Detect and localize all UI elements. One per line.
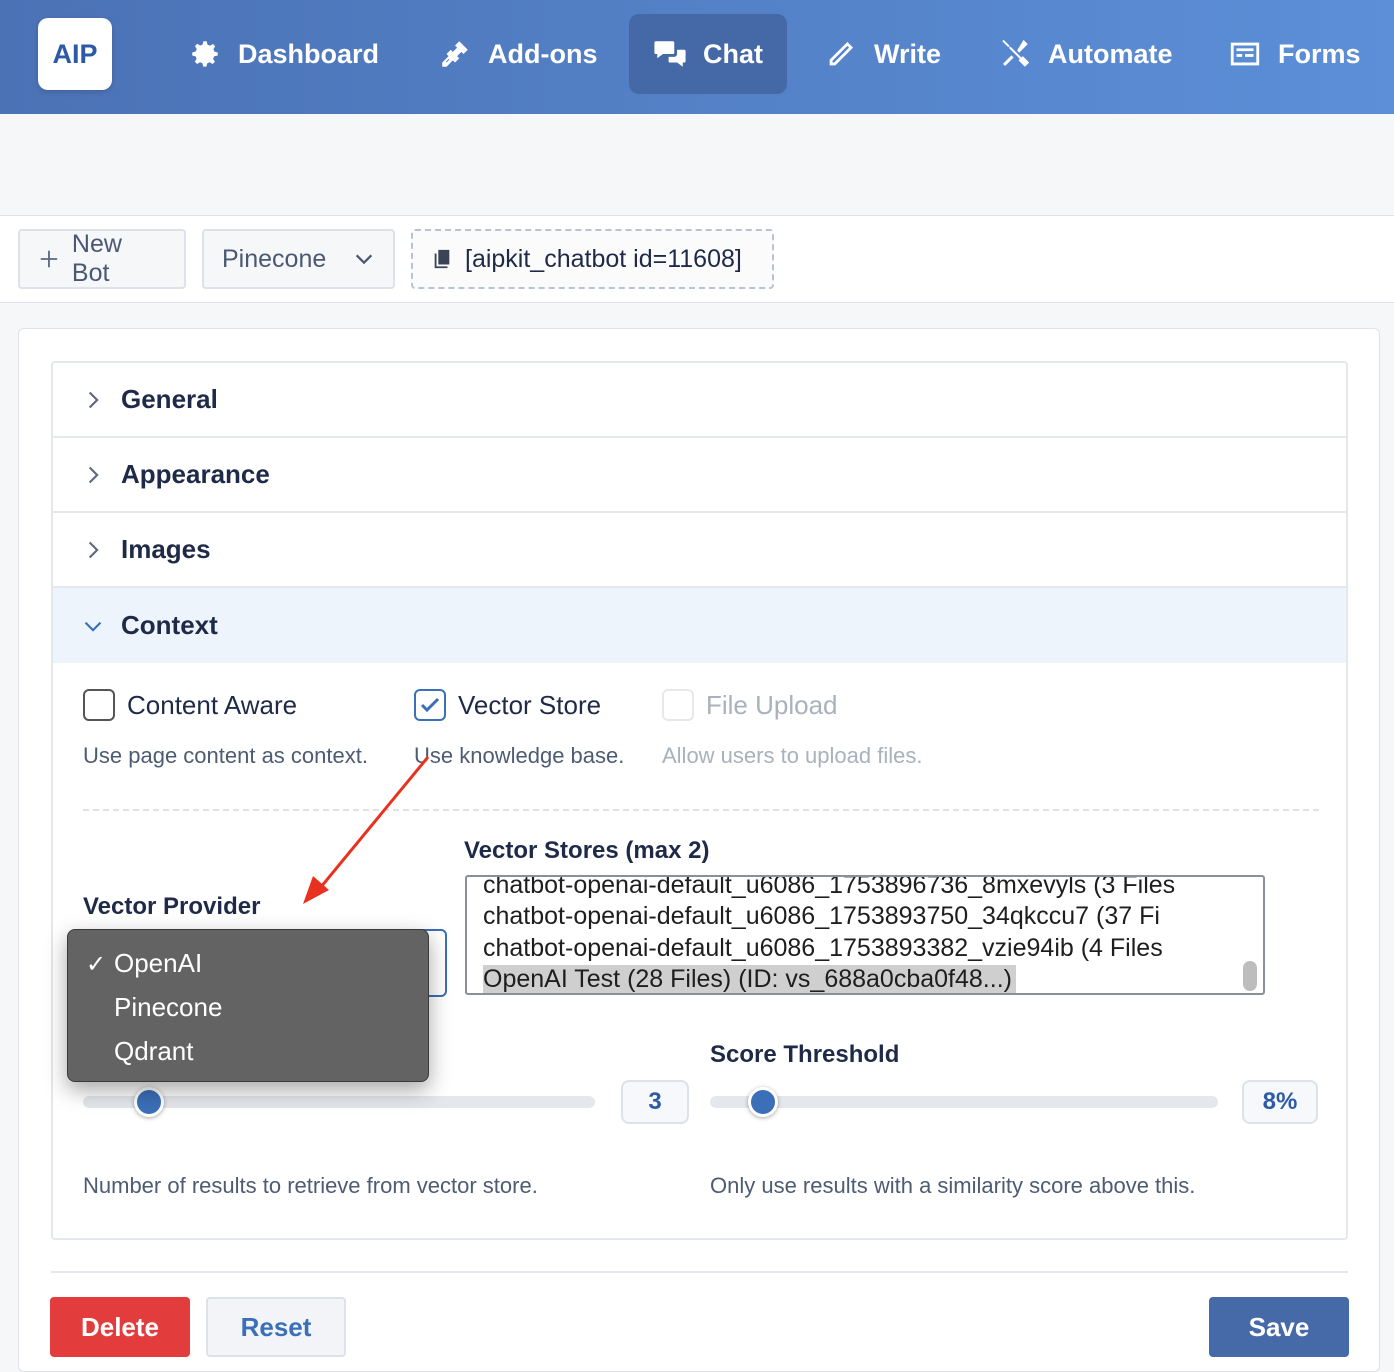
tools-icon: [1002, 39, 1030, 67]
vector-store-option-item[interactable]: chatbot-openai-default_u6086_1753893750_…: [483, 902, 1160, 931]
provider-option-qdrant[interactable]: Qdrant: [114, 1036, 194, 1067]
copy-icon: [434, 249, 450, 269]
section-context-title: Context: [121, 610, 218, 640]
chevron-down-icon: [84, 621, 102, 632]
vector-store-label: Vector Store: [458, 689, 602, 720]
score-threshold-slider[interactable]: [710, 1096, 1218, 1108]
content-aware-label: Content Aware: [127, 689, 298, 720]
content-aware-checkbox[interactable]: [83, 689, 115, 721]
delete-button[interactable]: Delete: [50, 1297, 190, 1357]
selected-check-icon: ✓: [86, 951, 107, 978]
footer-divider: [51, 1271, 1348, 1273]
chevron-right-icon: [88, 466, 99, 483]
provider-option-pinecone[interactable]: Pinecone: [114, 992, 222, 1023]
vector-store-option-item[interactable]: chatbot-openai-default_u6086_1753893382_…: [483, 934, 1163, 963]
results-count-value[interactable]: 3: [621, 1080, 689, 1124]
results-count-help: Number of results to retrieve from vecto…: [83, 1173, 538, 1198]
bot-select-value: Pinecone: [222, 244, 327, 273]
score-threshold-help: Only use results with a similarity score…: [710, 1173, 1196, 1198]
file-upload-help: Allow users to upload files.: [662, 743, 923, 768]
pencil-icon: [829, 41, 854, 66]
vector-stores-listbox[interactable]: chatbot-openai-default_u6086_1753896736_…: [465, 875, 1265, 995]
form-icon: [1230, 42, 1260, 66]
chevron-right-icon: [88, 541, 99, 558]
nav-chat-label: Chat: [703, 38, 763, 69]
bot-toolbar: New Bot Pinecone [aipkit_chatbot id=1160…: [0, 216, 1394, 303]
top-navigation-bar: AIP Dashboard Add-ons Chat Write Automat…: [0, 0, 1394, 114]
section-context-header[interactable]: Context: [53, 588, 1346, 663]
vector-store-option[interactable]: Vector Store: [414, 689, 601, 721]
nav-forms[interactable]: Forms: [1228, 14, 1361, 94]
plus-icon: [40, 250, 58, 268]
score-threshold-slider-thumb[interactable]: [748, 1087, 778, 1117]
vector-store-help: Use knowledge base.: [414, 743, 625, 768]
gear-icon: [192, 41, 218, 67]
file-upload-checkbox: [662, 689, 694, 721]
chevron-down-icon: [355, 254, 373, 265]
section-images-title: Images: [121, 534, 211, 564]
nav-forms-label: Forms: [1278, 38, 1361, 69]
nav-automate[interactable]: Automate: [998, 14, 1173, 94]
new-bot-label: New Bot: [71, 230, 122, 287]
bot-select[interactable]: Pinecone: [202, 229, 395, 289]
section-divider: [83, 809, 1319, 811]
section-images-header[interactable]: Images: [53, 513, 1346, 588]
vector-provider-label: Vector Provider: [83, 893, 261, 920]
results-count-slider-thumb[interactable]: [134, 1087, 164, 1117]
listbox-scrollbar[interactable]: [1243, 961, 1257, 991]
header-spacer: [0, 114, 1394, 216]
nav-write[interactable]: Write: [824, 14, 941, 94]
reset-button[interactable]: Reset: [206, 1297, 346, 1357]
settings-accordion: General Appearance Images Context Conten…: [51, 361, 1348, 1240]
save-button[interactable]: Save: [1209, 1297, 1349, 1357]
score-threshold-value[interactable]: 8%: [1242, 1080, 1318, 1124]
section-appearance-header[interactable]: Appearance: [53, 438, 1346, 513]
section-general-title: General: [121, 384, 218, 414]
vector-provider-dropdown-menu: ✓ OpenAI Pinecone Qdrant: [67, 929, 429, 1082]
nav-dashboard-label: Dashboard: [238, 38, 380, 69]
score-threshold-label: Score Threshold: [710, 1041, 900, 1068]
nav-chat[interactable]: Chat: [629, 14, 787, 94]
shortcode-copy-button[interactable]: [aipkit_chatbot id=11608]: [411, 229, 774, 289]
section-general-header[interactable]: General: [53, 363, 1346, 438]
checkmark-icon: [420, 697, 440, 713]
provider-option-openai[interactable]: OpenAI: [114, 948, 202, 979]
plug-icon: [442, 41, 468, 67]
nav-add-ons-label: Add-ons: [488, 38, 598, 69]
nav-automate-label: Automate: [1048, 38, 1173, 69]
vector-store-option-selected[interactable]: OpenAI Test (28 Files) (ID: vs_688a0cba0…: [483, 965, 1016, 993]
vector-store-option-item[interactable]: chatbot-openai-default_u6086_1753896736_…: [483, 877, 1175, 900]
new-bot-button[interactable]: New Bot: [18, 229, 186, 289]
file-upload-label: File Upload: [706, 689, 838, 720]
app-logo[interactable]: AIP: [38, 18, 112, 90]
bot-settings-panel: General Appearance Images Context Conten…: [18, 328, 1380, 1372]
shortcode-text: [aipkit_chatbot id=11608]: [465, 244, 742, 273]
file-upload-option: File Upload: [662, 689, 838, 721]
nav-dashboard[interactable]: Dashboard: [188, 14, 379, 94]
chevron-right-icon: [88, 391, 99, 408]
nav-add-ons[interactable]: Add-ons: [438, 14, 597, 94]
vector-store-checkbox[interactable]: [414, 689, 446, 721]
nav-write-label: Write: [874, 38, 942, 69]
content-aware-option[interactable]: Content Aware: [83, 689, 297, 721]
vector-stores-label: Vector Stores (max 2): [464, 837, 710, 864]
section-appearance-title: Appearance: [121, 459, 270, 489]
content-aware-help: Use page content as context.: [83, 743, 368, 768]
chat-bubbles-icon: [654, 41, 686, 67]
